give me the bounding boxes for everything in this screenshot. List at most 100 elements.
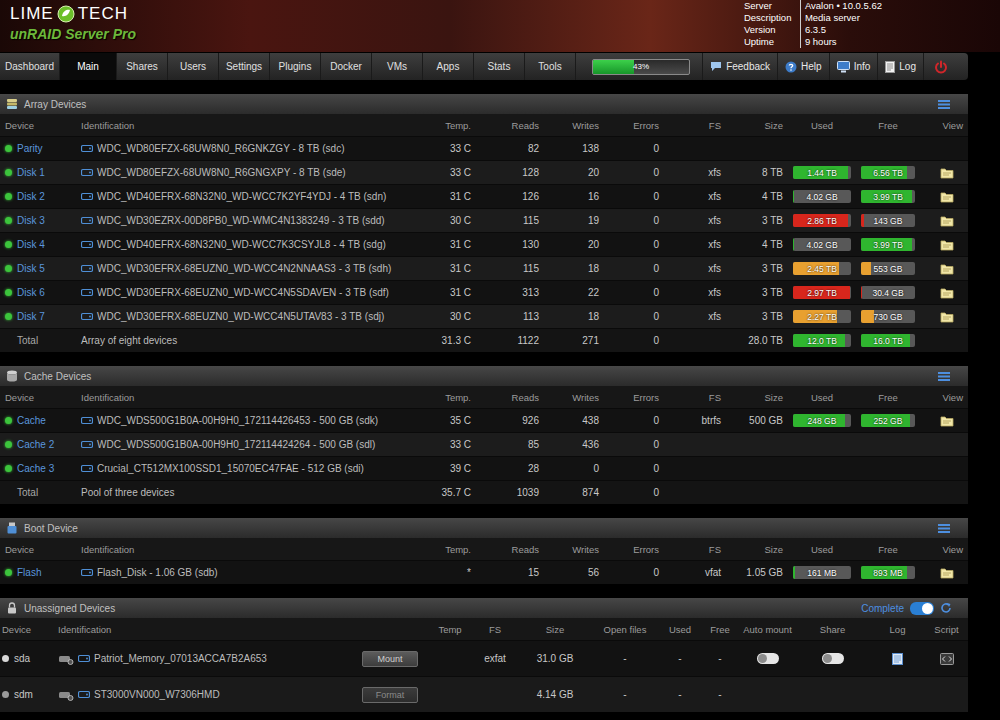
- column-header[interactable]: Device: [0, 120, 76, 131]
- column-header[interactable]: Size: [726, 544, 788, 555]
- browse-folder-icon[interactable]: [940, 239, 954, 251]
- column-header[interactable]: Free: [856, 392, 920, 403]
- column-header[interactable]: Writes: [544, 392, 604, 403]
- menu-tab[interactable]: Settings: [219, 53, 270, 80]
- column-header[interactable]: Used: [660, 624, 700, 635]
- device-name[interactable]: Cache 3: [17, 463, 54, 474]
- device-name[interactable]: Parity: [17, 143, 43, 154]
- device-name[interactable]: Disk 7: [17, 311, 45, 322]
- log-file-icon[interactable]: [892, 653, 903, 665]
- column-header[interactable]: View: [920, 120, 968, 131]
- list-view-icon[interactable]: [938, 372, 950, 381]
- column-header[interactable]: Writes: [544, 120, 604, 131]
- device-name[interactable]: Cache: [17, 415, 46, 426]
- share-toggle[interactable]: [822, 653, 844, 664]
- menu-tab[interactable]: Dashboard: [0, 53, 60, 80]
- column-header[interactable]: FS: [664, 544, 726, 555]
- menu-tab[interactable]: Docker: [321, 53, 372, 80]
- column-header[interactable]: Size: [520, 624, 590, 635]
- identification: WDC_WDS500G1B0A-00H9H0_172114424264 - 50…: [97, 439, 375, 450]
- drive-icon[interactable]: [58, 653, 74, 665]
- menu-tab[interactable]: Stats: [474, 53, 525, 80]
- list-view-icon[interactable]: [938, 524, 950, 533]
- menu-tab[interactable]: Tools: [525, 53, 576, 80]
- column-header[interactable]: Reads: [476, 120, 544, 131]
- device-name[interactable]: Disk 6: [17, 287, 45, 298]
- filesystem: btrfs: [664, 415, 726, 426]
- browse-folder-icon[interactable]: [940, 311, 954, 323]
- column-header[interactable]: Reads: [476, 544, 544, 555]
- column-header[interactable]: View: [920, 544, 968, 555]
- menu-tab[interactable]: Users: [168, 53, 219, 80]
- column-header[interactable]: Size: [726, 392, 788, 403]
- browse-folder-icon[interactable]: [940, 263, 954, 275]
- column-header[interactable]: Device: [0, 544, 76, 555]
- column-header[interactable]: Device: [0, 624, 56, 635]
- refresh-icon[interactable]: [940, 602, 952, 614]
- column-header[interactable]: Temp: [430, 624, 470, 635]
- menu-tab[interactable]: Plugins: [270, 53, 321, 80]
- device-name[interactable]: Disk 4: [17, 239, 45, 250]
- column-header[interactable]: Temp.: [416, 544, 476, 555]
- column-header[interactable]: Reads: [476, 392, 544, 403]
- column-header[interactable]: FS: [664, 392, 726, 403]
- column-header[interactable]: View: [920, 392, 968, 403]
- device-name[interactable]: Disk 1: [17, 167, 45, 178]
- column-header[interactable]: Used: [788, 544, 856, 555]
- browse-folder-icon[interactable]: [940, 191, 954, 203]
- column-header[interactable]: FS: [470, 624, 520, 635]
- menu-tab[interactable]: VMs: [372, 53, 423, 80]
- brand[interactable]: LIMETECHunRAID Server Pro: [0, 0, 136, 42]
- menu-tab[interactable]: Main: [60, 53, 117, 80]
- column-header[interactable]: Identification: [76, 392, 416, 403]
- device-name[interactable]: Disk 2: [17, 191, 45, 202]
- column-header[interactable]: Temp.: [416, 120, 476, 131]
- complete-toggle[interactable]: [910, 602, 934, 615]
- column-header[interactable]: Temp.: [416, 392, 476, 403]
- column-header[interactable]: Free: [700, 624, 740, 635]
- menu-action[interactable]: Log: [877, 53, 923, 80]
- column-header[interactable]: Writes: [544, 544, 604, 555]
- device-name[interactable]: Flash: [17, 567, 41, 578]
- browse-folder-icon[interactable]: [940, 167, 954, 179]
- column-header[interactable]: Errors: [604, 544, 664, 555]
- column-header[interactable]: Free: [856, 120, 920, 131]
- power-button[interactable]: [923, 53, 968, 80]
- column-header[interactable]: Free: [856, 544, 920, 555]
- browse-folder-icon[interactable]: [940, 287, 954, 299]
- browse-folder-icon[interactable]: [940, 215, 954, 227]
- column-header[interactable]: Used: [788, 392, 856, 403]
- column-header[interactable]: FS: [664, 120, 726, 131]
- drive-icon[interactable]: [58, 689, 74, 701]
- temperature: 39 C: [416, 463, 476, 474]
- column-header[interactable]: Identification: [56, 624, 430, 635]
- auto-mount-toggle[interactable]: [757, 653, 779, 664]
- menu-action[interactable]: Help: [777, 53, 829, 80]
- list-view-icon[interactable]: [938, 100, 950, 109]
- column-header[interactable]: Device: [0, 392, 76, 403]
- browse-folder-icon[interactable]: [940, 415, 954, 427]
- menu-action[interactable]: Info: [829, 53, 878, 80]
- free-cell: 6.56 TB: [856, 166, 920, 179]
- column-header[interactable]: Auto mount: [740, 624, 795, 635]
- device-name[interactable]: Disk 3: [17, 215, 45, 226]
- mount-button[interactable]: Mount: [362, 651, 418, 667]
- script-code-icon[interactable]: [940, 653, 954, 665]
- column-header[interactable]: Identification: [76, 544, 416, 555]
- column-header[interactable]: Script: [925, 624, 968, 635]
- browse-folder-icon[interactable]: [940, 567, 954, 579]
- column-header[interactable]: Size: [726, 120, 788, 131]
- column-header[interactable]: Used: [788, 120, 856, 131]
- column-header[interactable]: Identification: [76, 120, 416, 131]
- device-name[interactable]: Disk 5: [17, 263, 45, 274]
- identification-cell: WDC_WD40EFRX-68N32N0_WD-WCC7K3CSYJL8 - 4…: [76, 239, 416, 250]
- menu-tab[interactable]: Shares: [117, 53, 168, 80]
- column-header[interactable]: Errors: [604, 120, 664, 131]
- device-name[interactable]: Cache 2: [17, 439, 54, 450]
- menu-action[interactable]: Feedback: [702, 53, 777, 80]
- column-header[interactable]: Open files: [590, 624, 660, 635]
- menu-tab[interactable]: Apps: [423, 53, 474, 80]
- column-header[interactable]: Errors: [604, 392, 664, 403]
- column-header[interactable]: Log: [870, 624, 925, 635]
- column-header[interactable]: Share: [795, 624, 870, 635]
